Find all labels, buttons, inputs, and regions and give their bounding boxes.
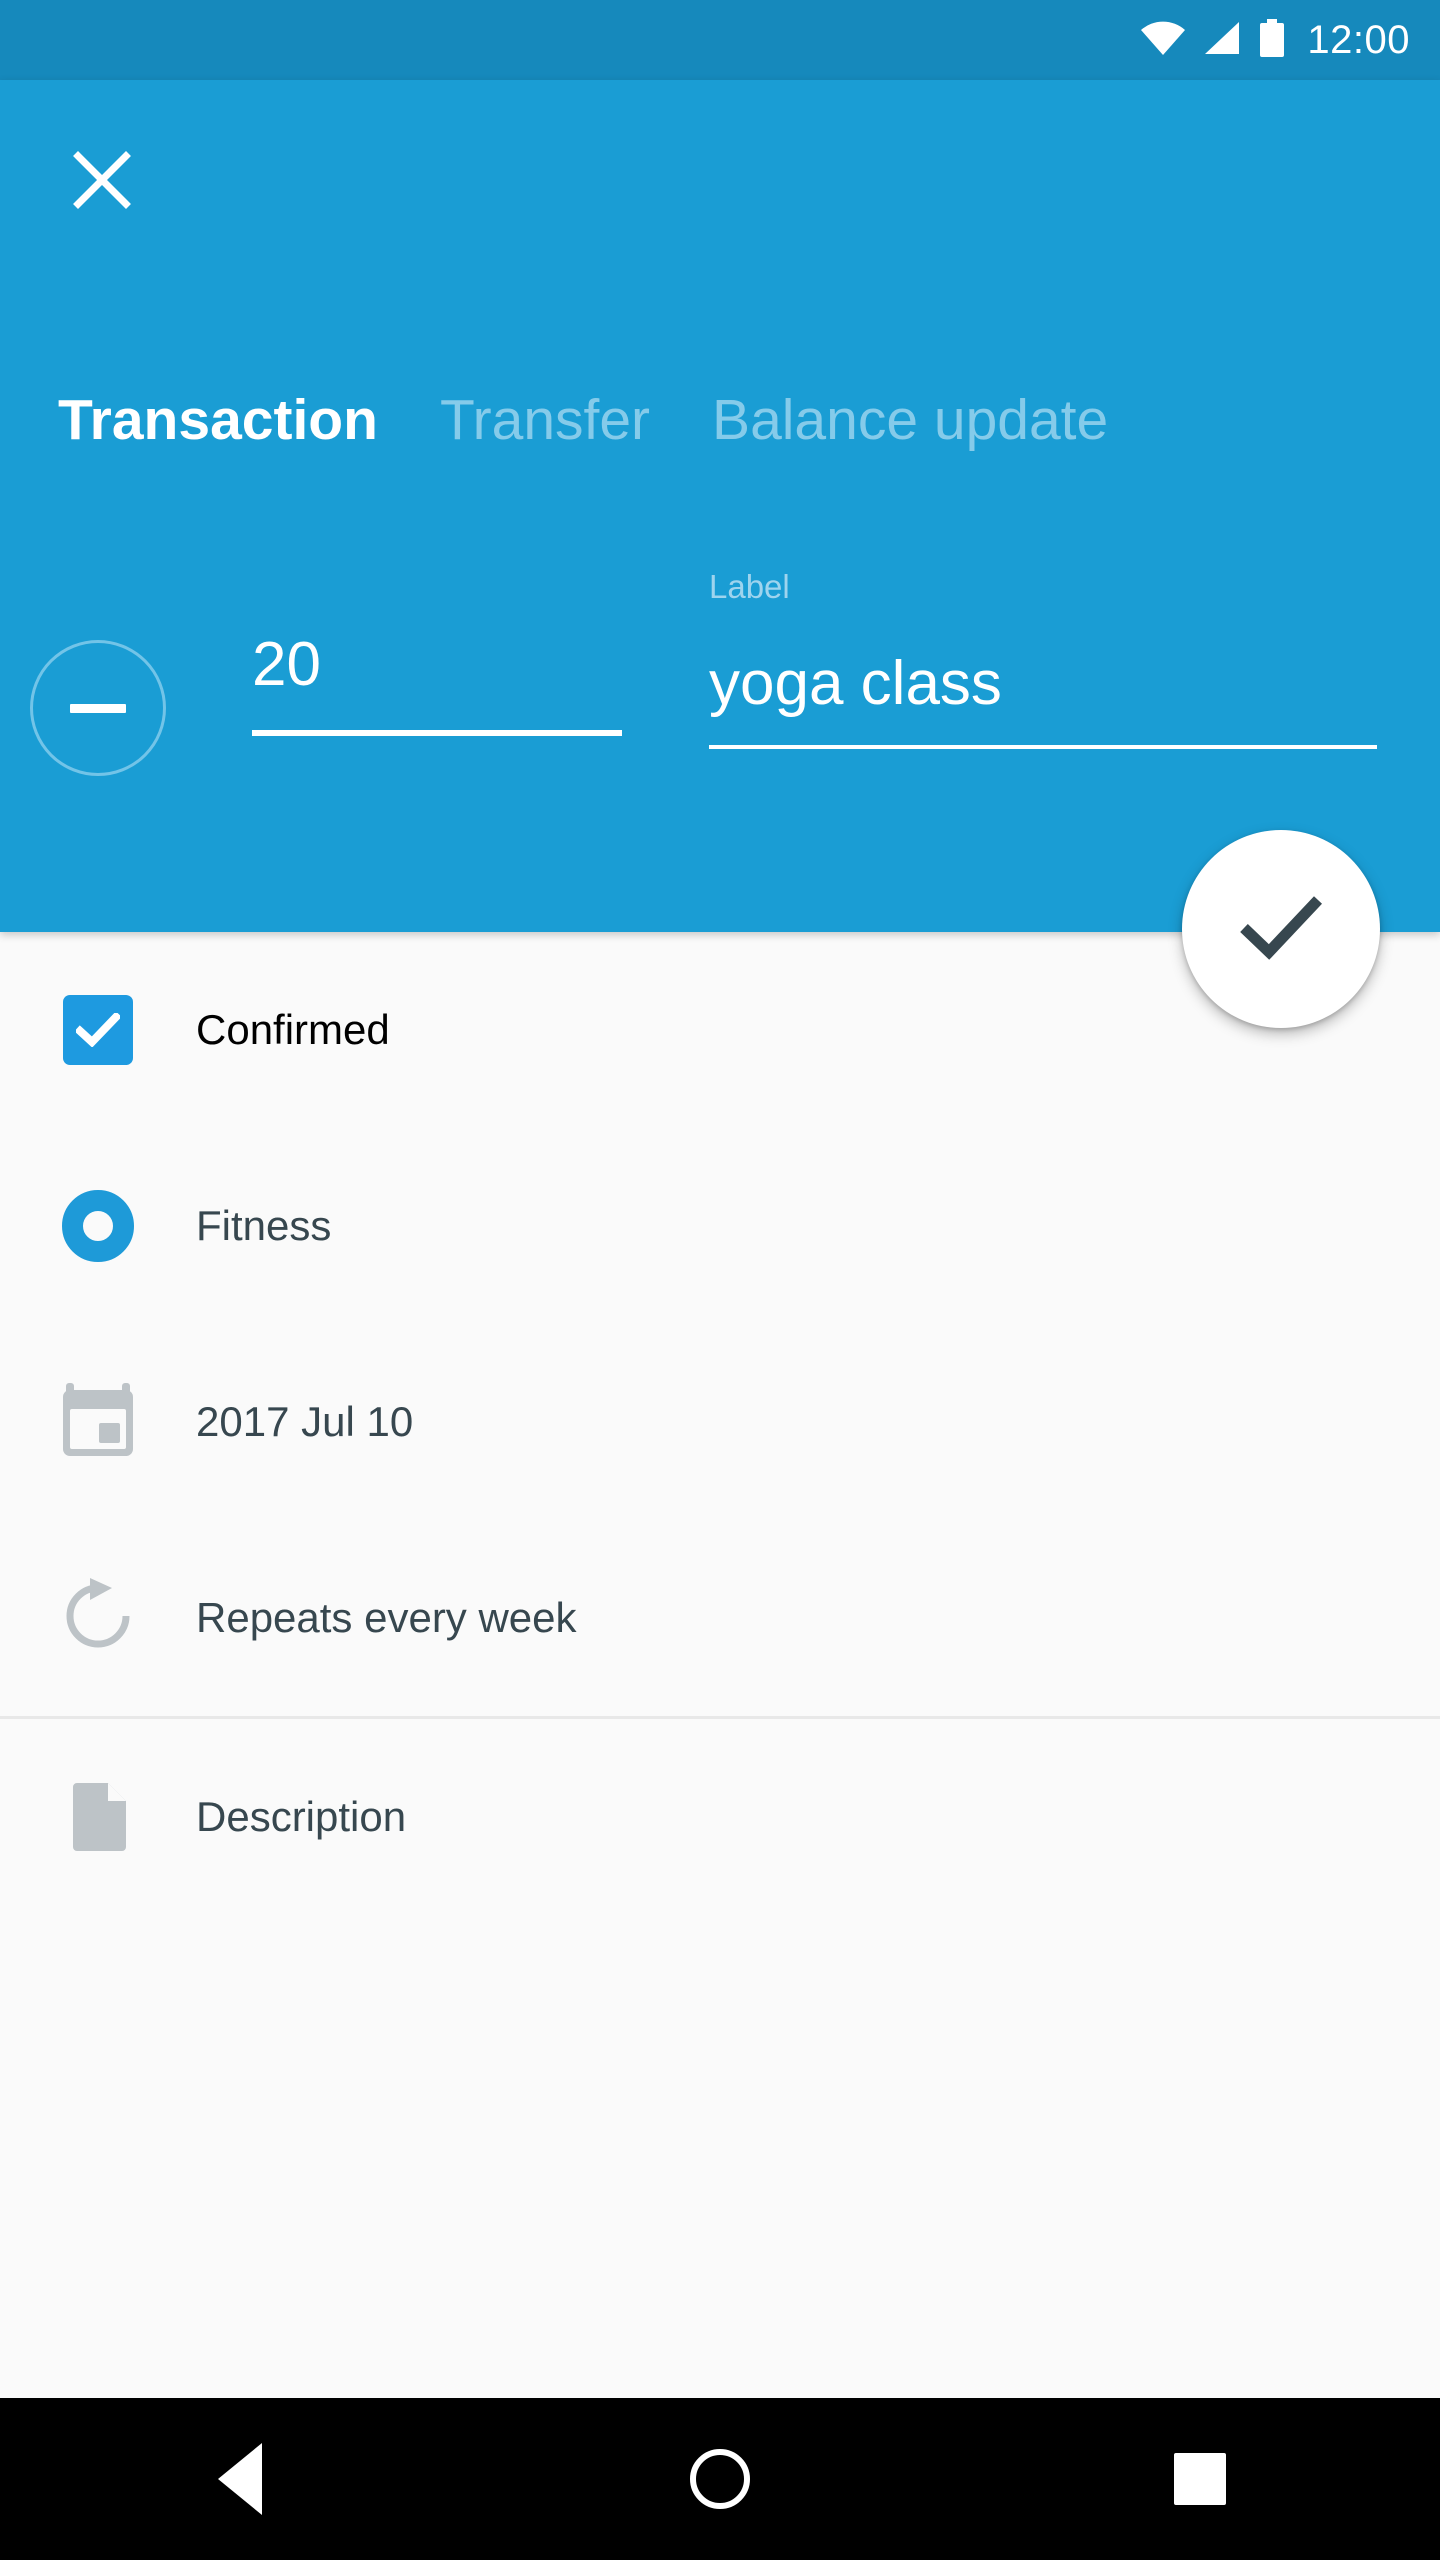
list-item-date[interactable]: 2017 Jul 10 [0,1324,1440,1520]
close-button[interactable] [48,128,156,236]
list-item-description[interactable]: Description [0,1719,1440,1915]
minus-icon [70,703,126,713]
android-nav-bar [0,2398,1440,2560]
battery-icon [1259,18,1285,62]
recents-icon [1174,2453,1226,2505]
wifi-icon [1141,21,1186,60]
category-icon-wrapper [0,1128,196,1324]
nav-home-button[interactable] [620,2398,820,2560]
label-field: Label yoga class [709,570,1377,749]
status-bar-icons [1141,18,1285,62]
nav-recents-button[interactable] [1100,2398,1300,2560]
amount-input[interactable]: 20 [252,632,622,714]
amount-field: 20 [252,632,622,736]
check-icon [1238,892,1324,967]
list-item-label: Repeats every week [196,1594,577,1641]
label-hint: Label [709,568,790,605]
nav-back-button[interactable] [140,2398,340,2560]
confirmed-checkbox[interactable] [0,932,196,1128]
amount-entry-row: 20 Label yoga class [0,570,1440,800]
phone-screen: 12:00 Transaction Transfer Balance updat… [0,0,1440,2560]
list-item-category[interactable]: Fitness [0,1128,1440,1324]
status-bar: 12:00 [0,0,1440,80]
date-icon-wrapper [0,1324,196,1520]
description-icon [56,1773,140,1862]
list-item-repeat[interactable]: Repeats every week [0,1520,1440,1716]
list-item-label: Description [196,1793,407,1840]
label-underline [709,745,1377,749]
confirm-fab-button[interactable] [1182,830,1380,1028]
tab-transfer[interactable]: Transfer [440,392,712,449]
tab-balance-update[interactable]: Balance update [712,392,1170,449]
description-icon-wrapper [0,1719,196,1915]
category-ring-icon [62,1190,134,1262]
repeat-icon-wrapper [0,1520,196,1716]
repeat-icon [56,1574,140,1663]
close-icon [71,149,133,216]
list-item-label: 2017 Jul 10 [196,1398,414,1445]
back-icon [218,2443,262,2515]
amount-underline [252,730,622,736]
list-item-label: Confirmed [196,1006,390,1053]
label-input[interactable]: yoga class [709,651,1377,733]
tab-transaction[interactable]: Transaction [58,392,440,449]
calendar-icon [56,1378,140,1467]
home-icon [690,2449,750,2509]
cell-signal-icon [1203,21,1241,60]
status-bar-time: 12:00 [1307,18,1410,62]
editor-header: Transaction Transfer Balance update 20 L… [0,80,1440,932]
tab-bar: Transaction Transfer Balance update [58,392,1170,449]
details-list: Confirmed Fitness 2017 Jul 10 Repeats ev… [0,932,1440,2398]
checkbox-checked-icon [63,995,133,1065]
sign-toggle-button[interactable] [30,640,166,776]
list-item-label: Fitness [196,1202,332,1249]
